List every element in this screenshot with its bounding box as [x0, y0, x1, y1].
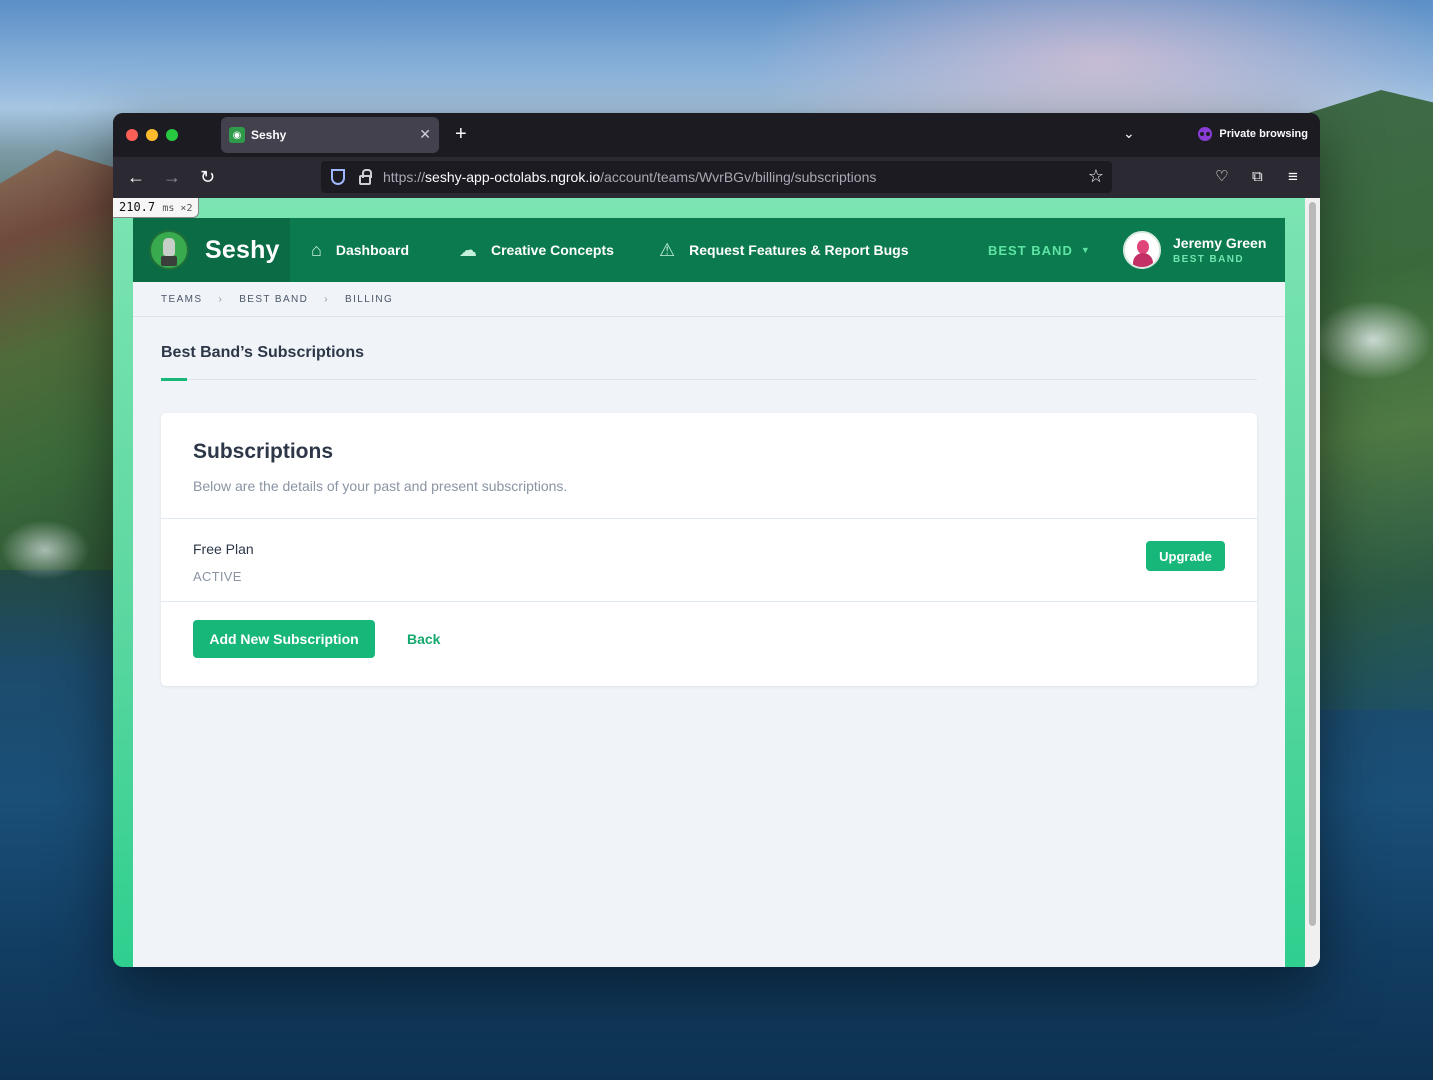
plan-name: Free Plan [193, 541, 254, 557]
home-icon: ⌂ [311, 239, 322, 260]
brand-name: Seshy [205, 235, 280, 264]
favicon-icon: ◉ [229, 127, 245, 143]
title-underline [161, 378, 187, 381]
user-team: BEST BAND [1173, 254, 1244, 265]
extensions-icon[interactable]: ⧉ [1252, 166, 1263, 188]
browser-tab[interactable]: ◉ Seshy ✕ [221, 117, 439, 153]
wallpaper-cloud [0, 520, 90, 580]
chevron-down-icon: ▼ [1080, 245, 1091, 255]
new-tab-button[interactable]: + [455, 123, 467, 145]
card-description: Below are the details of your past and p… [193, 478, 568, 494]
url-text[interactable]: https://seshy-app-octolabs.ngrok.io/acco… [383, 169, 876, 185]
wallpaper-cloud [1313, 300, 1433, 380]
nav-dashboard[interactable]: ⌂ Dashboard [311, 218, 409, 282]
breadcrumb-team[interactable]: BEST BAND [239, 294, 308, 305]
render-timer: 210.7 ms ×2 [113, 198, 200, 218]
browser-window: ◉ Seshy ✕ + ⌄ Private browsing ← → ↻ htt… [113, 113, 1320, 967]
user-name: Jeremy Green [1173, 235, 1267, 251]
card-title: Subscriptions [193, 440, 334, 463]
user-menu[interactable]: Jeremy Green BEST BAND [1123, 218, 1266, 282]
chevron-right-icon: › [218, 293, 224, 305]
thought-bubble-icon: ☁ [459, 239, 477, 260]
avatar [1123, 231, 1161, 269]
shield-icon[interactable] [331, 169, 345, 185]
warning-triangle-icon: ⚠ [659, 239, 676, 260]
chevron-down-icon[interactable]: ⌄ [1123, 125, 1135, 142]
lock-icon[interactable] [359, 169, 372, 185]
app-header: Seshy ⌂ Dashboard ☁ Creative Concepts ⚠ … [133, 218, 1285, 282]
address-bar[interactable]: https://seshy-app-octolabs.ngrok.io/acco… [321, 161, 1112, 193]
page-viewport: 210.7 ms ×2 Seshy ⌂ Dashboard ☁ Creative… [113, 198, 1320, 967]
chevron-right-icon: › [324, 293, 330, 305]
close-icon[interactable]: ✕ [419, 126, 431, 143]
nav-creative-concepts[interactable]: ☁ Creative Concepts [459, 218, 614, 282]
bookmark-star-icon[interactable]: ☆ [1088, 166, 1104, 187]
scrollbar[interactable] [1305, 198, 1320, 967]
breadcrumb-teams[interactable]: TEAMS [161, 294, 202, 305]
forward-arrow-icon[interactable]: → [163, 166, 181, 188]
back-link[interactable]: Back [407, 631, 440, 647]
minimize-window-button[interactable] [146, 129, 158, 141]
tab-bar: ◉ Seshy ✕ + ⌄ Private browsing [113, 113, 1320, 157]
back-arrow-icon[interactable]: ← [127, 166, 145, 188]
add-subscription-button[interactable]: Add New Subscription [193, 620, 375, 658]
zoom-window-button[interactable] [166, 129, 178, 141]
seshy-logo-icon [149, 230, 189, 270]
private-browsing-indicator: Private browsing [1198, 127, 1308, 141]
pocket-icon[interactable]: ♡ [1215, 166, 1228, 188]
card-actions: Add New Subscription Back [161, 602, 1257, 686]
divider [161, 379, 1257, 380]
private-browsing-label: Private browsing [1219, 128, 1308, 140]
breadcrumb: TEAMS › BEST BAND › BILLING [133, 282, 1285, 317]
tab-title: Seshy [251, 128, 287, 142]
close-window-button[interactable] [126, 129, 138, 141]
list-item: Free Plan ACTIVE Upgrade [161, 519, 1257, 602]
subscriptions-card: Subscriptions Below are the details of y… [161, 413, 1257, 686]
page-title: Best Band’s Subscriptions [161, 344, 364, 361]
reload-icon[interactable]: ↻ [200, 166, 215, 188]
breadcrumb-billing: BILLING [345, 293, 394, 305]
upgrade-button[interactable]: Upgrade [1146, 541, 1225, 571]
team-switcher[interactable]: BEST BAND ▼ [988, 218, 1091, 282]
private-mask-icon [1198, 127, 1213, 141]
status-badge: ACTIVE [193, 569, 242, 584]
nav-request-features[interactable]: ⚠ Request Features & Report Bugs [659, 218, 909, 282]
app-container: Seshy ⌂ Dashboard ☁ Creative Concepts ⚠ … [133, 218, 1285, 967]
card-header: Subscriptions Below are the details of y… [161, 413, 1257, 519]
wallpaper-mountains-right [1303, 90, 1433, 710]
navigation-toolbar: ← → ↻ https://seshy-app-octolabs.ngrok.i… [113, 157, 1320, 198]
scrollbar-thumb[interactable] [1309, 202, 1316, 926]
hamburger-menu-icon[interactable]: ≡ [1288, 166, 1298, 188]
brand[interactable]: Seshy [133, 218, 290, 282]
